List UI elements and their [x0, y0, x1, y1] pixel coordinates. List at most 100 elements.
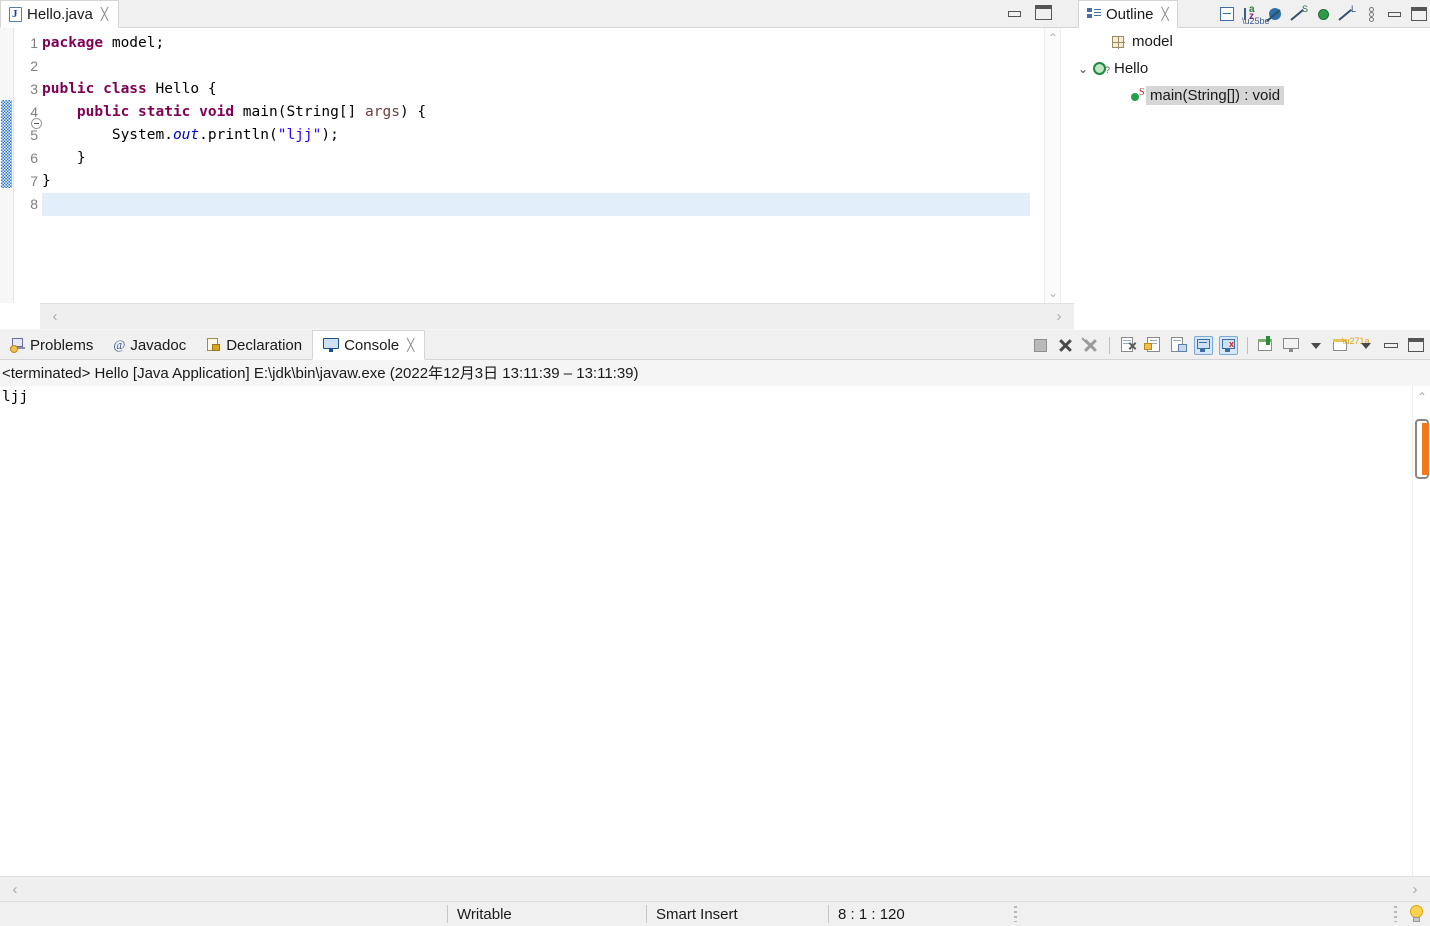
show-console-on-output-icon[interactable]	[1194, 336, 1213, 355]
console-tab-list: Problems @ Javadoc Declaration Console ╳	[0, 330, 426, 360]
scroll-left-arrow-icon[interactable]: ‹	[42, 304, 68, 330]
minimize-icon[interactable]	[1382, 336, 1401, 355]
console-output-area[interactable]: ljj	[0, 386, 1430, 896]
editor-tab-hello-java[interactable]: J Hello.java ╳	[0, 0, 120, 28]
package-icon	[1110, 34, 1128, 50]
display-selected-console-dropdown[interactable]	[1307, 336, 1326, 355]
code-token: );	[321, 127, 339, 143]
code-line[interactable]	[42, 193, 1030, 216]
tab-problems[interactable]: Problems	[0, 330, 103, 360]
eclipse-workbench: J Hello.java ╳ 12345678 package model; p…	[0, 0, 1430, 926]
scroll-down-arrow-icon[interactable]: ⌄	[1045, 283, 1061, 303]
editor-horizontal-scrollbar[interactable]: ‹ ›	[40, 303, 1074, 329]
hide-local-types-icon[interactable]: L	[1338, 4, 1356, 23]
toolbar-separator	[1109, 337, 1110, 354]
changed-lines-marker	[1, 100, 12, 188]
folding-collapse-toggle[interactable]	[31, 118, 42, 129]
tab-declaration[interactable]: Declaration	[196, 330, 312, 360]
open-console-icon[interactable]: \u271a	[1332, 336, 1370, 355]
close-icon[interactable]: ╳	[101, 8, 108, 20]
code-line[interactable]: System.out.println("ljj");	[42, 124, 1030, 147]
code-line[interactable]: public static void main(String[] args) {	[42, 101, 1030, 124]
code-line[interactable]: public class Hello {	[42, 78, 1030, 101]
javadoc-icon: @	[113, 337, 126, 352]
word-wrap-icon[interactable]	[1169, 336, 1188, 355]
code-line[interactable]	[42, 55, 1030, 78]
minimize-icon[interactable]	[1387, 6, 1404, 23]
scroll-right-arrow-icon[interactable]: ›	[1046, 304, 1072, 330]
remove-launch-icon[interactable]	[1056, 336, 1075, 355]
scroll-right-arrow-icon[interactable]: ›	[1402, 877, 1428, 903]
editor-body[interactable]: 12345678 package model; public class Hel…	[0, 28, 1074, 303]
editor-vertical-scrollbar[interactable]: ⌃ ⌄	[1044, 28, 1060, 303]
chevron-down-icon[interactable]: ⌄	[1074, 62, 1092, 76]
code-text-area[interactable]: package model; public class Hello { publ…	[42, 28, 1030, 303]
terminate-icon[interactable]	[1031, 336, 1050, 355]
show-console-on-error-icon[interactable]: x	[1219, 336, 1238, 355]
method-icon: S	[1128, 87, 1146, 104]
scroll-up-arrow-icon[interactable]: ⌃	[1413, 386, 1430, 408]
display-selected-console-icon[interactable]	[1282, 336, 1301, 355]
remove-all-terminated-icon[interactable]	[1081, 336, 1100, 355]
hide-non-public-icon[interactable]	[1315, 6, 1332, 23]
scroll-left-arrow-icon[interactable]: ‹	[2, 877, 28, 903]
tab-console[interactable]: Console ╳	[312, 330, 426, 360]
class-icon: ?	[1092, 61, 1110, 77]
console-view: Problems @ Javadoc Declaration Console ╳	[0, 330, 1430, 896]
code-token: "ljj"	[277, 127, 322, 143]
open-console-dropdown[interactable]	[1357, 336, 1376, 355]
scroll-lock-icon[interactable]	[1144, 336, 1163, 355]
code-token: public static void	[76, 104, 243, 120]
tab-label: Declaration	[226, 336, 303, 354]
outline-tab[interactable]: Outline ╳	[1078, 0, 1178, 28]
line-number: 1	[30, 35, 38, 51]
code-line[interactable]: }	[42, 147, 1030, 170]
scroll-up-arrow-icon[interactable]: ⌃	[1045, 28, 1061, 48]
code-token: }	[42, 150, 86, 166]
outline-item-class[interactable]: ⌄? Hello	[1074, 55, 1430, 82]
console-vertical-scrollbar[interactable]: ⌃ ⌄	[1412, 386, 1430, 896]
collapse-all-icon[interactable]	[1219, 6, 1236, 23]
code-token: System.	[42, 127, 173, 143]
hide-fields-icon[interactable]	[1266, 6, 1284, 23]
close-icon[interactable]: ╳	[1162, 8, 1169, 20]
editor-tabbar: J Hello.java ╳	[0, 0, 1074, 28]
console-scrollbar-thumb[interactable]	[1415, 419, 1429, 479]
line-number: 7	[30, 173, 38, 189]
status-writable: Writable	[457, 905, 512, 923]
code-token: package	[42, 35, 112, 51]
clear-console-icon[interactable]	[1119, 336, 1138, 355]
editor-maximize-button[interactable]	[1035, 5, 1052, 22]
outline-tree[interactable]: model ⌄? Hello Smain(String[]) : void	[1074, 28, 1430, 330]
status-insert-mode: Smart Insert	[656, 905, 738, 923]
maximize-icon[interactable]	[1407, 336, 1426, 355]
outline-tabbar: Outline ╳ \u25be a z S L	[1074, 0, 1430, 28]
outline-item-label: main(String[]) : void	[1146, 86, 1285, 105]
status-resize-dots	[1394, 906, 1397, 922]
sort-alphabetically-icon[interactable]: \u25be a z	[1242, 4, 1270, 26]
quick-fix-bulb-icon[interactable]	[1409, 905, 1424, 923]
outline-item-package[interactable]: model	[1074, 28, 1430, 55]
editor-scroll-corner	[0, 303, 40, 329]
maximize-icon[interactable]	[1411, 6, 1428, 23]
code-token: }	[42, 173, 51, 189]
editor-overview-ruler[interactable]	[0, 28, 14, 303]
problems-icon	[10, 337, 25, 353]
hide-static-icon[interactable]: S	[1290, 4, 1308, 23]
bottom-horizontal-scrollbar[interactable]: ‹ ›	[0, 876, 1430, 902]
line-number: 3	[30, 81, 38, 97]
code-token: out	[172, 127, 200, 143]
view-menu-icon[interactable]	[1363, 6, 1380, 23]
code-line[interactable]: package model;	[42, 32, 1030, 55]
outline-item-method[interactable]: Smain(String[]) : void	[1074, 82, 1430, 109]
pin-console-icon[interactable]	[1257, 336, 1276, 355]
status-cursor-position: 8 : 1 : 120	[838, 905, 905, 923]
outline-item-label: model	[1132, 33, 1173, 50]
tab-javadoc[interactable]: @ Javadoc	[103, 330, 196, 360]
line-number: 6	[30, 150, 38, 166]
close-icon[interactable]: ╳	[407, 339, 414, 351]
editor-minimize-button[interactable]	[1007, 6, 1022, 21]
code-line[interactable]: }	[42, 170, 1030, 193]
code-token: public class	[42, 81, 156, 97]
java-file-icon: J	[9, 6, 22, 22]
